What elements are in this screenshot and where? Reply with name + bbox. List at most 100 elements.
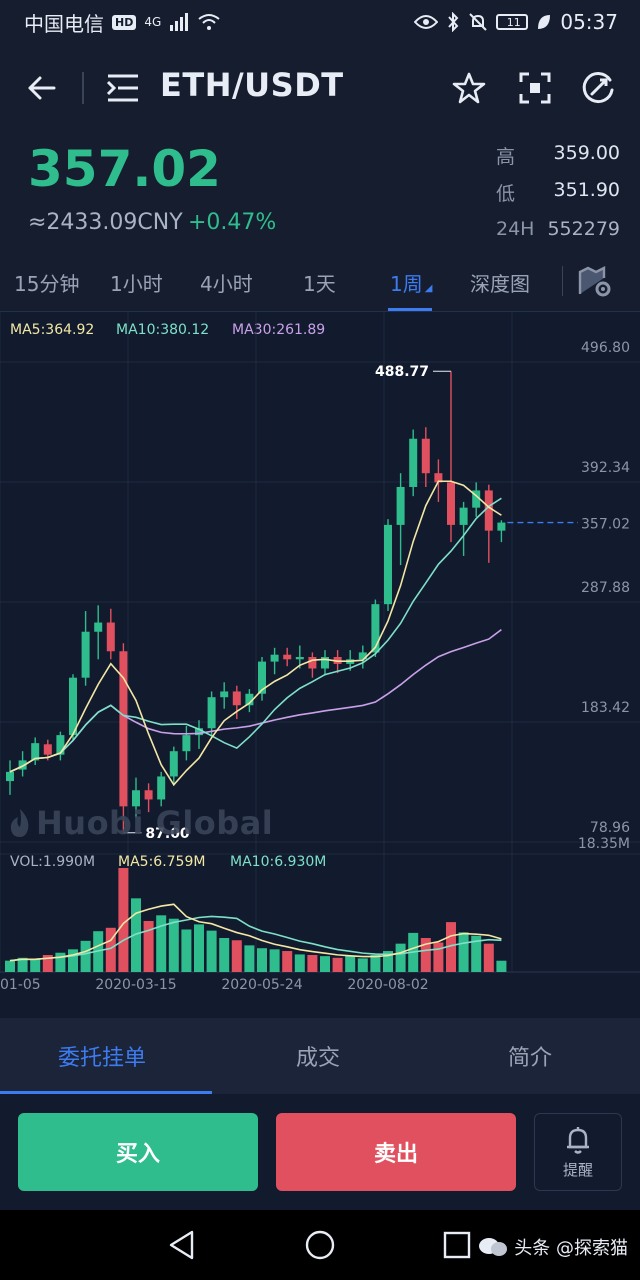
volume-bar	[156, 915, 167, 972]
header-divider	[82, 72, 84, 104]
change-percent: +0.47%	[188, 210, 277, 235]
candle-body	[6, 771, 14, 782]
sell-button[interactable]: 卖出	[276, 1113, 516, 1191]
candle-body	[69, 677, 77, 736]
system-nav-bar: 头条 @探索猫	[0, 1210, 640, 1280]
candle-body	[232, 691, 241, 706]
y-tick-label: 183.42	[581, 700, 630, 716]
candle-body	[283, 654, 292, 660]
battery-level: 11	[506, 15, 521, 29]
last-price: 357.02	[28, 140, 221, 198]
volume-bar	[370, 954, 381, 972]
network-type: 4G	[144, 15, 162, 29]
candle-body	[157, 776, 166, 800]
volume-bar	[294, 954, 305, 972]
volume-bar	[307, 954, 318, 972]
tab-1day[interactable]: 1天	[303, 268, 336, 297]
volume-ma5-value: MA5:6.759M	[118, 854, 206, 870]
low-stat: 低 351.90	[496, 179, 620, 206]
source-credit: 头条 @探索猫	[478, 1234, 628, 1260]
low-label: 低	[496, 183, 516, 205]
candle-body	[447, 482, 455, 525]
candle-body	[308, 657, 317, 669]
candle-body	[182, 735, 191, 752]
volume-bar	[30, 959, 41, 972]
volume-bar	[483, 943, 494, 972]
tab-dropdown-icon: ◢	[424, 283, 433, 294]
y-tick-label: 78.96	[590, 820, 630, 836]
volume-bar	[5, 960, 15, 972]
tab-trades[interactable]: 成交	[296, 1040, 340, 1072]
buy-button[interactable]: 买入	[18, 1113, 258, 1191]
volume-bar	[458, 932, 469, 972]
volume-max-label: 18.35M	[578, 836, 630, 852]
ticker-panel: 357.02 ≈2433.09CNY +0.47% 高 359.00 低 351…	[0, 134, 640, 254]
candle-body	[207, 697, 216, 729]
clock: 05:37	[560, 10, 618, 34]
candle-body	[396, 486, 405, 525]
detail-tabs: 委托挂单 成交 简介	[0, 1018, 640, 1094]
tab-depth-chart[interactable]: 深度图	[470, 268, 530, 297]
tab-separator	[562, 266, 563, 296]
x-tick-label: 2020-03-15	[95, 977, 176, 993]
volume-bar	[68, 949, 78, 972]
candle-body	[484, 490, 493, 531]
refresh-icon[interactable]	[580, 70, 616, 106]
pair-title[interactable]: ETH/USDT	[160, 66, 344, 104]
candle-body	[169, 751, 178, 777]
signal-icon	[170, 13, 189, 31]
volume-value: 552279	[547, 218, 620, 240]
volume-bar	[395, 943, 406, 972]
volume-bar	[231, 940, 242, 972]
chart-canvas: 496.80 392.34 287.88 183.42 78.9618.35M 357.0…	[0, 312, 640, 993]
volume-bar	[320, 956, 330, 972]
nav-recents-icon[interactable]	[440, 1228, 474, 1262]
x-tick-label: 01-05	[0, 977, 41, 993]
fullscreen-icon[interactable]	[517, 70, 553, 106]
candle-body	[371, 604, 380, 653]
candle-body	[106, 622, 115, 652]
candle-body	[220, 691, 229, 698]
back-arrow-icon[interactable]	[24, 70, 60, 106]
candle-body	[459, 507, 468, 525]
volume-bar	[433, 942, 444, 972]
alert-button[interactable]: 提醒	[534, 1113, 622, 1191]
watermark-text: Huobi Global	[36, 804, 274, 842]
y-tick-label: 287.88	[581, 580, 630, 596]
tab-4hour[interactable]: 4小时	[200, 268, 253, 297]
star-icon[interactable]	[451, 70, 487, 106]
tab-15min[interactable]: 15分钟	[14, 268, 79, 297]
volume-bar	[194, 924, 204, 972]
pair-menu-icon[interactable]	[106, 72, 140, 104]
tab-1week[interactable]: 1周 ◢	[390, 268, 432, 297]
status-left: 中国电信 HD 4G	[24, 8, 221, 37]
low-value: 351.90	[553, 179, 620, 201]
nav-back-icon[interactable]	[166, 1228, 200, 1262]
tab-open-orders[interactable]: 委托挂单	[58, 1040, 146, 1072]
mute-bell-icon	[469, 13, 488, 31]
flame-logo-icon	[10, 809, 29, 837]
nav-home-icon[interactable]	[303, 1228, 337, 1262]
high-value: 359.00	[553, 142, 620, 164]
candle-body	[81, 631, 90, 678]
volume-value: VOL:1.990M	[10, 854, 96, 870]
high-stat: 高 359.00	[496, 142, 620, 169]
interval-tabs: 15分钟 1小时 4小时 1天 1周 ◢ 深度图	[0, 254, 640, 312]
volume-bar	[80, 940, 91, 972]
candle-body	[144, 790, 153, 800]
y-tick-label: 496.80	[581, 340, 630, 356]
chart-settings-icon[interactable]	[578, 264, 612, 298]
bluetooth-icon	[448, 12, 459, 32]
tab-intro[interactable]: 简介	[508, 1040, 552, 1072]
status-right: 11 05:37	[414, 10, 618, 34]
kline-chart[interactable]: MA5:364.92 MA10:380.12 MA30:261.89 496.8…	[0, 312, 640, 1000]
app-header: ETH/USDT	[0, 44, 640, 134]
credit-text: 头条 @探索猫	[514, 1238, 628, 1259]
volume-label: 24H	[496, 218, 535, 240]
tab-1hour[interactable]: 1小时	[110, 268, 163, 297]
volume-ma10-value: MA10:6.930M	[230, 854, 327, 870]
volume-bar	[257, 948, 267, 972]
alert-label: 提醒	[562, 1160, 593, 1179]
x-tick-label: 2020-05-24	[221, 977, 302, 993]
current-price-label: 357.02	[581, 517, 630, 533]
